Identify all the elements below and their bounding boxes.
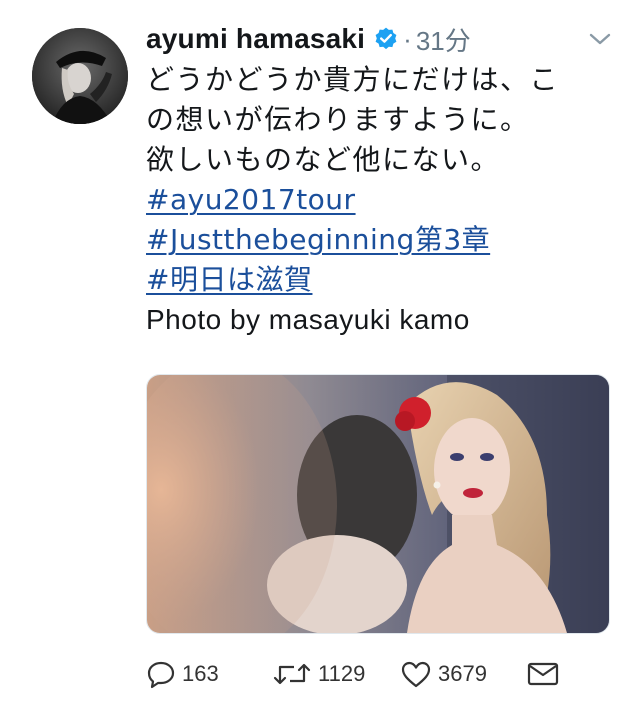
tweet-text-line: どうかどうか貴方にだけは、こ	[146, 63, 560, 96]
photo-credit: Photo by masayuki kamo	[146, 304, 470, 335]
tweet-text-line: の想いが伝わりますように。	[146, 103, 530, 136]
chevron-down-icon[interactable]	[586, 28, 614, 50]
tweet-action-bar: 163 1129 3679	[146, 654, 616, 694]
header-separator: ·	[403, 23, 412, 54]
avatar[interactable]	[32, 28, 128, 124]
direct-message-icon	[526, 660, 560, 688]
reply-icon	[146, 659, 176, 689]
user-name[interactable]: ayumi hamasaki	[146, 23, 365, 55]
like-icon	[400, 659, 432, 689]
tweet-photo[interactable]	[146, 374, 610, 634]
hashtag-link[interactable]: #ayu2017tour	[146, 180, 356, 220]
like-count: 3679	[438, 661, 487, 686]
hashtag-link[interactable]: #Justthebeginning第3章	[146, 220, 490, 260]
hashtag-link[interactable]: #明日は滋賀	[146, 260, 312, 300]
retweet-button[interactable]: 1129	[272, 654, 365, 694]
tweet-text: どうかどうか貴方にだけは、こ の想いが伝わりますように。 欲しいものなど他にない…	[146, 60, 616, 340]
direct-message-button[interactable]	[526, 654, 560, 694]
verified-badge-icon	[373, 26, 399, 52]
retweet-icon	[272, 659, 312, 689]
retweet-count: 1129	[318, 661, 366, 686]
tweet-card: ayumi hamasaki · 31分 どうかどうか貴方にだけは、こ の想いが…	[0, 0, 635, 713]
reply-button[interactable]: 163	[146, 654, 219, 694]
tweet-timestamp[interactable]: 31分	[416, 21, 471, 58]
tweet-text-line: 欲しいものなど他にない。	[146, 143, 501, 176]
reply-count: 163	[182, 661, 219, 686]
tweet-header: ayumi hamasaki · 31分	[146, 18, 471, 60]
like-button[interactable]: 3679	[400, 654, 487, 694]
